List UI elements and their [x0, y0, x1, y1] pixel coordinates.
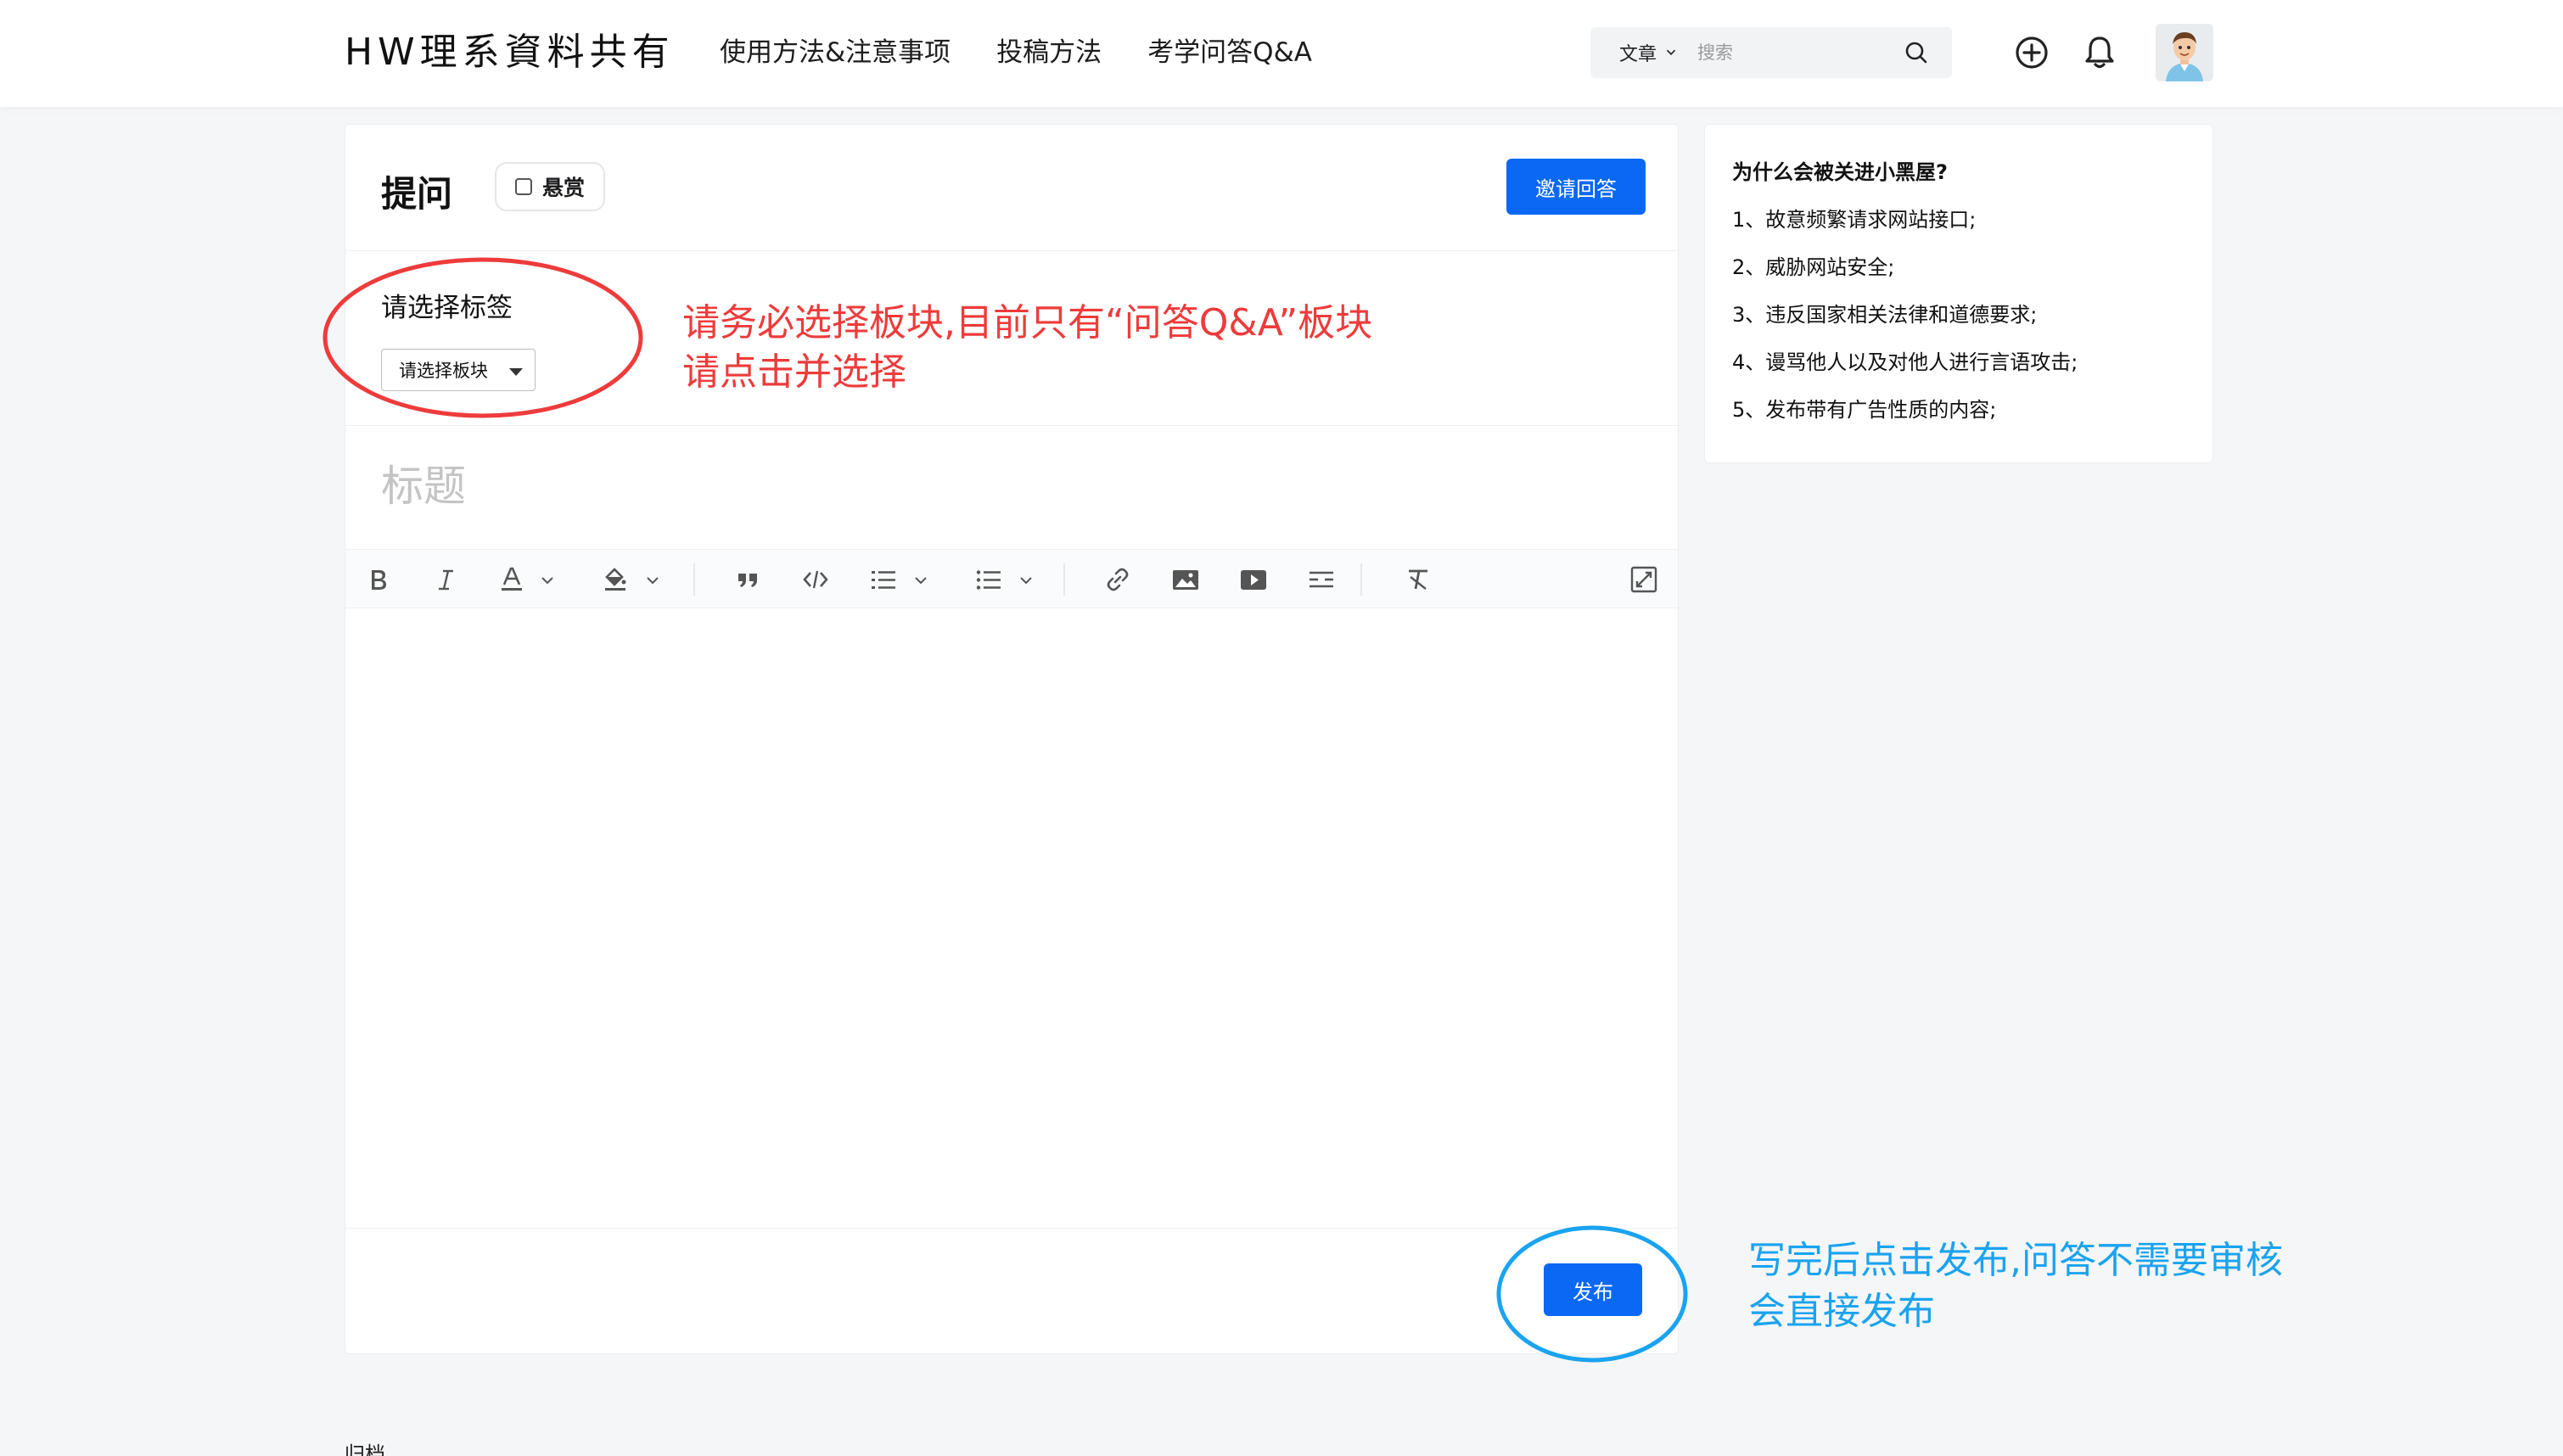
blue-annotation-line: 会直接发布 — [1748, 1290, 1935, 1333]
ordered-list-chevron-icon[interactable] — [912, 572, 929, 589]
ordered-list-icon[interactable] — [868, 564, 899, 595]
background-color-icon[interactable] — [600, 564, 631, 595]
rule-item: 1、故意频繁请求网站接口; — [1732, 208, 1977, 232]
archive-link[interactable]: 归档 — [345, 1437, 385, 1456]
toolbar-separator — [1063, 563, 1065, 596]
title-input[interactable] — [381, 452, 1637, 520]
top-header: HW理系資料共有 使用方法&注意事项 投稿方法 考学问答Q&A 文章 — [0, 0, 2563, 107]
nav-item-submission[interactable]: 投稿方法 — [996, 25, 1102, 80]
bullet-list-icon[interactable] — [973, 564, 1004, 595]
image-icon[interactable] — [1170, 564, 1201, 595]
bounty-toggle[interactable]: 悬赏 — [495, 162, 606, 211]
site-logo[interactable]: HW理系資料共有 — [345, 25, 675, 80]
invite-answer-button[interactable]: 邀请回答 — [1506, 159, 1646, 215]
quote-icon[interactable] — [732, 564, 763, 595]
clear-format-icon[interactable] — [1403, 564, 1433, 595]
rule-item: 3、违反国家相关法律和道德要求; — [1732, 303, 2038, 327]
search-type-label: 文章 — [1619, 44, 1657, 65]
search-icon[interactable] — [1903, 39, 1930, 66]
font-color-icon[interactable] — [496, 564, 527, 595]
search-type-dropdown[interactable]: 文章 — [1619, 39, 1679, 66]
background-color-chevron-icon[interactable] — [644, 572, 661, 589]
red-annotation-line: 请务必选择板块,目前只有“问答Q&A”板块 — [682, 301, 1373, 344]
bullet-list-chevron-icon[interactable] — [1018, 572, 1035, 589]
search-bar: 文章 — [1590, 27, 1952, 78]
avatar-illustration — [2156, 24, 2213, 81]
bell-icon[interactable] — [2081, 34, 2118, 71]
rule-item: 5、发布带有广告性质的内容; — [1732, 398, 1997, 422]
editor-toolbar — [345, 549, 1678, 608]
rules-sidebar: 为什么会被关进小黑屋? 1、故意频繁请求网站接口; 2、威胁网站安全; 3、违反… — [1704, 124, 2213, 463]
user-avatar[interactable] — [2156, 24, 2213, 81]
footer-divider — [345, 1228, 1678, 1229]
bold-icon[interactable] — [362, 564, 393, 595]
red-annotation: 请务必选择板块,目前只有“问答Q&A”板块 请点击并选择 — [682, 299, 1372, 397]
link-icon[interactable] — [1102, 564, 1133, 595]
tag-divider — [345, 425, 1678, 426]
chevron-down-icon — [1666, 49, 1676, 56]
divider-icon[interactable] — [1306, 564, 1337, 595]
red-annotation-line: 请点击并选择 — [682, 350, 906, 394]
fullscreen-icon[interactable] — [1629, 564, 1659, 595]
editor-content-area[interactable] — [345, 610, 1678, 1226]
font-color-chevron-icon[interactable] — [539, 572, 556, 589]
add-circle-icon[interactable] — [2013, 34, 2050, 71]
nav-item-qa[interactable]: 考学问答Q&A — [1147, 25, 1312, 80]
toolbar-separator — [693, 563, 695, 596]
rule-item: 4、谩骂他人以及对他人进行言语攻击; — [1732, 350, 2078, 374]
page-title: 提问 — [381, 173, 453, 215]
bounty-label: 悬赏 — [542, 176, 586, 200]
header-divider — [345, 250, 1678, 251]
blue-annotation-line: 写完后点击发布,问答不需要审核 — [1748, 1239, 2283, 1282]
toolbar-separator — [1360, 563, 1362, 596]
rule-item: 2、威胁网站安全; — [1732, 255, 1895, 279]
main-nav: 使用方法&注意事项 投稿方法 考学问答Q&A — [720, 25, 1358, 80]
sidebar-title: 为什么会被关进小黑屋? — [1732, 160, 1948, 184]
code-icon[interactable] — [800, 564, 831, 595]
red-highlight-ring — [322, 257, 643, 418]
bounty-checkbox[interactable] — [515, 178, 532, 195]
blue-annotation: 写完后点击发布,问答不需要审核 会直接发布 — [1748, 1235, 2283, 1337]
search-input[interactable] — [1697, 36, 1885, 70]
blue-highlight-ring — [1496, 1225, 1688, 1363]
italic-icon[interactable] — [430, 564, 461, 595]
video-icon[interactable] — [1238, 564, 1269, 595]
nav-item-usage[interactable]: 使用方法&注意事项 — [720, 25, 951, 80]
